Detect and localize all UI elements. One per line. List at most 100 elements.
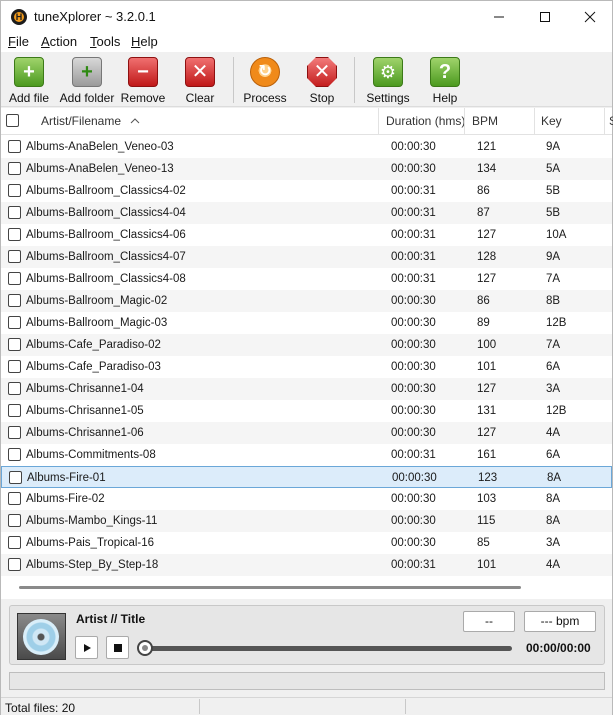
key-cell: 5A bbox=[546, 163, 561, 175]
row-checkbox[interactable] bbox=[8, 228, 21, 241]
table-row[interactable]: Albums-Fire-01 00:00:30 123 8A bbox=[1, 466, 612, 488]
seek-handle[interactable] bbox=[137, 640, 153, 656]
row-checkbox[interactable] bbox=[8, 140, 21, 153]
table-row[interactable]: Albums-Chrisanne1-04 00:00:30 127 3A bbox=[1, 378, 612, 400]
table-row[interactable]: Albums-AnaBelen_Veneo-13 00:00:30 134 5A bbox=[1, 158, 612, 180]
table-row[interactable]: Albums-Chrisanne1-06 00:00:30 127 4A bbox=[1, 422, 612, 444]
menu-tools[interactable]: Tools bbox=[90, 34, 120, 49]
table-row[interactable]: Albums-Ballroom_Classics4-04 00:00:31 87 5B bbox=[1, 202, 612, 224]
row-checkbox[interactable] bbox=[8, 162, 21, 175]
clear-button[interactable]: ✕ Clear bbox=[179, 55, 221, 105]
help-button[interactable]: ? Help bbox=[424, 55, 466, 105]
horizontal-scrollbar[interactable] bbox=[19, 586, 521, 589]
maximize-icon bbox=[540, 12, 550, 22]
row-checkbox[interactable] bbox=[8, 250, 21, 263]
row-checkbox[interactable] bbox=[8, 360, 21, 373]
select-all-checkbox[interactable] bbox=[6, 114, 19, 127]
column-header-key[interactable]: Key bbox=[541, 108, 562, 135]
column-divider bbox=[464, 108, 465, 135]
table-row[interactable]: Albums-Ballroom_Classics4-08 00:00:31 127 7… bbox=[1, 268, 612, 290]
filename-cell: Albums-Fire-02 bbox=[26, 493, 105, 505]
duration-cell: 00:00:31 bbox=[391, 229, 436, 241]
row-checkbox[interactable] bbox=[8, 426, 21, 439]
table-row[interactable]: Albums-Ballroom_Magic-02 00:00:30 86 8B bbox=[1, 290, 612, 312]
seek-track[interactable] bbox=[144, 646, 512, 651]
table-row[interactable]: Albums-Ballroom_Classics4-02 00:00:31 86 5B bbox=[1, 180, 612, 202]
settings-button[interactable]: ⚙ Settings bbox=[363, 55, 413, 105]
play-button[interactable] bbox=[75, 636, 98, 659]
row-checkbox[interactable] bbox=[8, 382, 21, 395]
filename-cell: Albums-Ballroom_Classics4-08 bbox=[26, 273, 186, 285]
table-row[interactable]: Albums-Fire-02 00:00:30 103 8A bbox=[1, 488, 612, 510]
table-row[interactable]: Albums-Ballroom_Classics4-07 00:00:31 128 9… bbox=[1, 246, 612, 268]
menu-action[interactable]: Action bbox=[41, 34, 77, 49]
row-checkbox[interactable] bbox=[8, 492, 21, 505]
stop-button[interactable]: ✕ Stop bbox=[301, 55, 343, 105]
table-row[interactable]: Albums-Mambo_Kings-11 00:00:30 115 8A bbox=[1, 510, 612, 532]
row-checkbox[interactable] bbox=[8, 338, 21, 351]
bpm-cell: 121 bbox=[477, 141, 497, 153]
filename-cell: Albums-Pais_Tropical-16 bbox=[26, 537, 155, 549]
toolbar: + Add file + Add folder − Remove ✕ Clear… bbox=[1, 52, 612, 107]
table-row[interactable]: Albums-Ballroom_Magic-03 00:00:30 89 12B bbox=[1, 312, 612, 334]
file-list[interactable]: Artist/Filename Duration (hms) BPM Key S… bbox=[1, 108, 613, 599]
filename-cell: Albums-Step_By_Step-18 bbox=[26, 559, 159, 571]
bpm-cell: 127 bbox=[477, 229, 497, 241]
bpm-cell: 131 bbox=[477, 405, 497, 417]
key-cell: 8A bbox=[546, 493, 561, 505]
table-row[interactable]: Albums-Pais_Tropical-16 00:00:30 85 3A bbox=[1, 532, 612, 554]
row-checkbox[interactable] bbox=[8, 184, 21, 197]
toolbar-separator bbox=[233, 57, 234, 103]
app-logo-icon: H bbox=[11, 9, 27, 25]
column-header-bpm[interactable]: BPM bbox=[472, 108, 498, 135]
close-icon bbox=[584, 11, 596, 23]
column-header-extra[interactable]: S bbox=[609, 108, 613, 135]
add-file-button[interactable]: + Add file bbox=[6, 55, 52, 105]
row-checkbox[interactable] bbox=[8, 206, 21, 219]
row-checkbox[interactable] bbox=[8, 448, 21, 461]
stop-playback-button[interactable] bbox=[106, 636, 129, 659]
row-checkbox[interactable] bbox=[8, 558, 21, 571]
row-checkbox[interactable] bbox=[8, 316, 21, 329]
key-cell: 3A bbox=[546, 383, 561, 395]
filename-cell: Albums-Ballroom_Classics4-07 bbox=[26, 251, 186, 263]
key-cell: 4A bbox=[546, 559, 561, 571]
table-row[interactable]: Albums-Cafe_Paradiso-03 00:00:30 101 6A bbox=[1, 356, 612, 378]
bpm-cell: 128 bbox=[477, 251, 497, 263]
play-icon bbox=[84, 644, 91, 652]
row-checkbox[interactable] bbox=[9, 471, 22, 484]
row-checkbox[interactable] bbox=[8, 272, 21, 285]
maximize-button[interactable] bbox=[522, 1, 568, 32]
menu-file[interactable]: File bbox=[8, 34, 29, 49]
table-row[interactable]: Albums-Cafe_Paradiso-02 00:00:30 100 7A bbox=[1, 334, 612, 356]
filename-cell: Albums-Commitments-08 bbox=[26, 449, 156, 461]
table-row[interactable]: Albums-Step_By_Step-18 00:00:31 101 4A bbox=[1, 554, 612, 576]
row-checkbox[interactable] bbox=[8, 514, 21, 527]
key-cell: 7A bbox=[546, 273, 561, 285]
table-row[interactable]: Albums-AnaBelen_Veneo-03 00:00:30 121 9A bbox=[1, 136, 612, 158]
minimize-button[interactable] bbox=[476, 1, 522, 32]
bpm-cell: 127 bbox=[477, 383, 497, 395]
duration-cell: 00:00:31 bbox=[391, 449, 436, 461]
process-button[interactable]: ↻ Process bbox=[242, 55, 288, 105]
add-folder-button[interactable]: + Add folder bbox=[59, 55, 115, 105]
table-row[interactable]: Albums-Commitments-08 00:00:31 161 6A bbox=[1, 444, 612, 466]
add-file-icon: + bbox=[14, 57, 44, 87]
key-cell: 9A bbox=[546, 251, 561, 263]
bpm-cell: 103 bbox=[477, 493, 497, 505]
key-cell: 6A bbox=[546, 361, 561, 373]
close-button[interactable] bbox=[567, 1, 613, 32]
column-header-duration[interactable]: Duration (hms) bbox=[386, 108, 465, 135]
column-header-name[interactable]: Artist/Filename bbox=[41, 108, 140, 135]
table-row[interactable]: Albums-Ballroom_Classics4-06 00:00:31 127 1… bbox=[1, 224, 612, 246]
row-checkbox[interactable] bbox=[8, 294, 21, 307]
filename-cell: Albums-Ballroom_Magic-03 bbox=[26, 317, 168, 329]
duration-cell: 00:00:31 bbox=[391, 559, 436, 571]
remove-button[interactable]: − Remove bbox=[119, 55, 167, 105]
menu-help[interactable]: Help bbox=[131, 34, 158, 49]
row-checkbox[interactable] bbox=[8, 536, 21, 549]
row-checkbox[interactable] bbox=[8, 404, 21, 417]
table-row[interactable]: Albums-Chrisanne1-05 00:00:30 131 12B bbox=[1, 400, 612, 422]
filename-cell: Albums-Cafe_Paradiso-02 bbox=[26, 339, 161, 351]
filename-cell: Albums-Ballroom_Classics4-06 bbox=[26, 229, 186, 241]
